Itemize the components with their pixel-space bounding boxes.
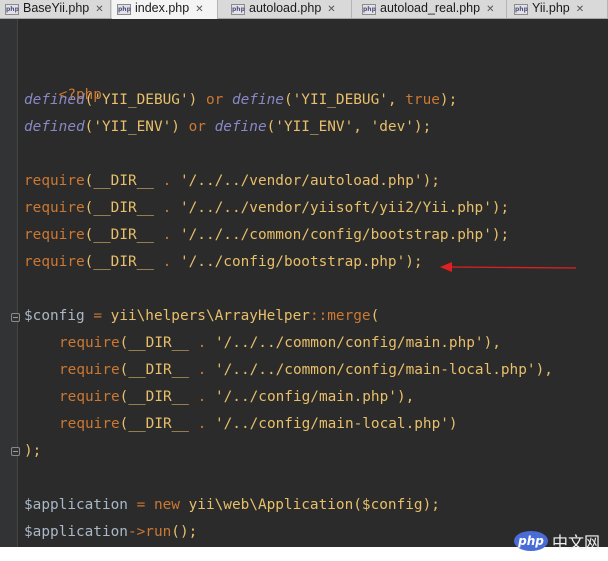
php-logo: php — [513, 531, 548, 551]
code-token: yii\web\Application( — [179, 497, 362, 513]
code-token: require — [24, 173, 85, 189]
code-line: defined('YII_ENV') or define('YII_ENV', … — [24, 116, 431, 138]
code-token: '/../config/main-local.php' — [214, 416, 449, 432]
code-token: ); — [24, 443, 42, 459]
code-line: defined('YII_DEBUG') or define('YII_DEBU… — [24, 89, 457, 111]
watermark-text: 中文网 — [551, 535, 600, 552]
code-token: __DIR__ — [93, 173, 154, 189]
code-token: yii\helpers\ArrayHelper — [110, 308, 310, 324]
code-token: ) — [448, 416, 458, 432]
code-token: ('YII_DEBUG') — [84, 92, 198, 108]
code-token: (); — [171, 524, 198, 540]
code-token: ); — [405, 254, 423, 270]
code-token: require — [24, 200, 85, 216]
code-token: ), — [535, 362, 553, 378]
code-token: '/../../vendor/autoload.php' — [179, 173, 423, 189]
code-token: ( — [370, 308, 380, 324]
code-token: __DIR__ — [128, 416, 189, 432]
code-token: __DIR__ — [128, 335, 189, 351]
code-token: . — [188, 416, 215, 432]
code-token: define — [214, 119, 267, 135]
code-token: '/../config/main.php' — [214, 389, 397, 405]
code-token: . — [188, 335, 215, 351]
code-token: '/../config/bootstrap.php' — [179, 254, 406, 270]
code-token: '/../../common/config/bootstrap.php' — [179, 227, 492, 243]
code-token: require — [59, 389, 120, 405]
code-token: require — [24, 254, 85, 270]
code-token: true — [405, 92, 440, 108]
code-token: __DIR__ — [93, 227, 154, 243]
code-line: require(__DIR__ . '/../../common/config/… — [59, 332, 501, 354]
code-token: ); — [413, 119, 432, 135]
code-token: ); — [491, 227, 510, 243]
code-token: defined — [24, 92, 85, 108]
code-token: require — [24, 227, 85, 243]
code-line: $config = yii\helpers\ArrayHelper::merge… — [24, 305, 379, 327]
code-token: $config — [24, 308, 85, 324]
code-token: ); — [491, 200, 510, 216]
code-token: ); — [422, 497, 440, 513]
code-token: ('YII_ENV', — [266, 119, 371, 135]
code-line: require(__DIR__ . '/../../vendor/yiisoft… — [24, 197, 509, 219]
code-line: require(__DIR__ . '/../config/bootstrap.… — [24, 251, 423, 273]
code-token: define — [231, 92, 284, 108]
code-token: . — [153, 200, 180, 216]
code-line: $application = new yii\web\Application($… — [24, 494, 440, 516]
code-token: require — [59, 416, 120, 432]
code-token: $application — [24, 497, 128, 513]
code-token: . — [188, 389, 215, 405]
code-token: ), — [396, 389, 415, 405]
code-token: = — [127, 497, 154, 513]
code-token: or — [205, 92, 224, 108]
code-line: $application->run(); — [24, 521, 197, 543]
code-token: ('YII_ENV') — [84, 119, 180, 135]
code-token: . — [188, 362, 215, 378]
code-token: or — [188, 119, 206, 135]
code-line: require(__DIR__ . '/../../vendor/autoloa… — [24, 170, 440, 192]
code-token: $config — [361, 497, 423, 513]
code-token: require — [59, 362, 120, 378]
code-token: new — [153, 497, 180, 513]
code-token: = — [84, 308, 111, 324]
code-line: require(__DIR__ . '/../config/main.php')… — [59, 386, 414, 408]
code-token: -> — [127, 524, 146, 540]
code-token: require — [59, 335, 120, 351]
code-token: . — [153, 254, 180, 270]
code-token: run — [145, 524, 172, 540]
code-token: 'dev' — [370, 119, 414, 135]
code-token: __DIR__ — [93, 200, 154, 216]
annotation-arrow-icon — [440, 262, 577, 272]
code-token: defined — [24, 119, 85, 135]
code-token: __DIR__ — [128, 362, 189, 378]
code-token: :: — [309, 308, 328, 324]
code-token: ); — [422, 173, 440, 189]
code-token: ); — [439, 92, 458, 108]
code-token: ('YII_DEBUG', — [283, 92, 406, 108]
code-token: __DIR__ — [128, 389, 189, 405]
code-line: require(__DIR__ . '/../config/main-local… — [59, 413, 458, 435]
code-token: '/../../common/config/main-local.php' — [214, 362, 536, 378]
code-token: $application — [24, 524, 128, 540]
code-token: . — [153, 173, 180, 189]
code-token: . — [153, 227, 180, 243]
code-token: __DIR__ — [93, 254, 154, 270]
code-token: ), — [483, 335, 501, 351]
watermark: php 中文网 — [513, 526, 600, 556]
code-line: <?php — [24, 62, 102, 103]
code-token: merge — [327, 308, 371, 324]
code-token: '/../../common/config/main.php' — [214, 335, 484, 351]
code-line: require(__DIR__ . '/../../common/config/… — [24, 224, 509, 246]
code-line: ); — [24, 440, 41, 462]
code-line: require(__DIR__ . '/../../common/config/… — [59, 359, 553, 381]
code-token: '/../../vendor/yiisoft/yii2/Yii.php' — [179, 200, 492, 216]
